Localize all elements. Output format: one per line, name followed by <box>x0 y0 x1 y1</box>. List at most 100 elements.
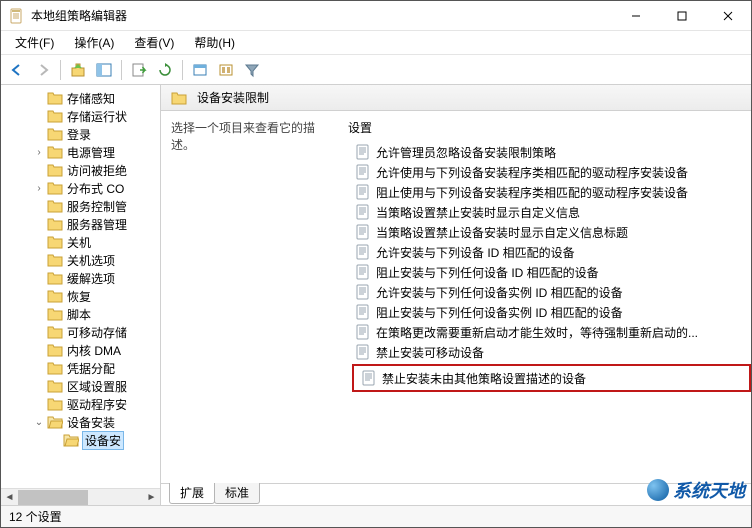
filter-options-button[interactable] <box>214 58 238 82</box>
window-title: 本地组策略编辑器 <box>31 7 613 24</box>
menu-help[interactable]: 帮助(H) <box>186 32 243 53</box>
tree-item[interactable]: 脚本 <box>1 305 160 323</box>
policy-icon <box>356 284 370 300</box>
policy-icon <box>356 304 370 320</box>
separator <box>182 60 183 80</box>
maximize-button[interactable] <box>659 1 705 30</box>
setting-item[interactable]: 允许安装与下列任何设备实例 ID 相匹配的设备 <box>346 282 751 302</box>
chevron-down-icon[interactable]: ⌄ <box>33 417 45 428</box>
tree-item-label: 电源管理 <box>67 144 115 161</box>
setting-item[interactable]: 禁止安装未由其他策略设置描述的设备 <box>358 368 586 388</box>
folder-icon <box>47 361 63 375</box>
folder-icon <box>63 433 79 447</box>
folder-icon <box>47 217 63 231</box>
description-heading: 选择一个项目来查看它的描述。 <box>171 119 336 153</box>
filter-button[interactable] <box>240 58 264 82</box>
gpedit-window: 本地组策略编辑器 文件(F) 操作(A) 查看(V) 帮助(H) 存储感知存储运… <box>0 0 752 528</box>
tree-item[interactable]: 服务控制管 <box>1 197 160 215</box>
forward-button[interactable] <box>31 58 55 82</box>
tree-item[interactable]: 存储感知 <box>1 89 160 107</box>
scroll-thumb[interactable] <box>18 490 88 505</box>
tree-item-label: 关机选项 <box>67 252 115 269</box>
tree-item-label: 关机 <box>67 234 91 251</box>
setting-label: 阻止安装与下列任何设备 ID 相匹配的设备 <box>376 264 599 281</box>
setting-item[interactable]: 阻止使用与下列设备安装程序类相匹配的驱动程序安装设备 <box>346 182 751 202</box>
up-button[interactable] <box>66 58 90 82</box>
folder-icon <box>47 145 63 159</box>
minimize-button[interactable] <box>613 1 659 30</box>
tree-item[interactable]: 驱动程序安 <box>1 395 160 413</box>
scroll-right-icon[interactable]: ► <box>143 489 160 506</box>
body: 存储感知存储运行状登录›电源管理访问被拒绝›分布式 CO服务控制管服务器管理关机… <box>1 85 751 505</box>
setting-label: 阻止使用与下列设备安装程序类相匹配的驱动程序安装设备 <box>376 184 688 201</box>
tree-pane: 存储感知存储运行状登录›电源管理访问被拒绝›分布式 CO服务控制管服务器管理关机… <box>1 85 161 505</box>
setting-item[interactable]: 在策略更改需要重新启动才能生效时，等待强制重新启动的... <box>346 322 751 342</box>
back-button[interactable] <box>5 58 29 82</box>
folder-icon <box>47 343 63 357</box>
policy-icon <box>362 370 376 386</box>
help-button[interactable] <box>188 58 212 82</box>
export-list-button[interactable] <box>127 58 151 82</box>
chevron-right-icon[interactable]: › <box>33 183 45 194</box>
setting-item[interactable]: 当策略设置禁止设备安装时显示自定义信息标题 <box>346 222 751 242</box>
detail-pane: 设备安装限制 选择一个项目来查看它的描述。 设置 允许管理员忽略设备安装限制策略… <box>161 85 751 505</box>
tree-item[interactable]: 服务器管理 <box>1 215 160 233</box>
setting-label: 禁止安装未由其他策略设置描述的设备 <box>382 370 586 387</box>
folder-icon <box>47 235 63 249</box>
tab-standard[interactable]: 标准 <box>214 483 260 504</box>
policy-icon <box>356 244 370 260</box>
tab-extended[interactable]: 扩展 <box>169 483 215 504</box>
tree-item-label: 登录 <box>67 126 91 143</box>
tree-item[interactable]: › 电源管理 <box>1 143 160 161</box>
tree-hscrollbar[interactable]: ◄ ► <box>1 488 160 505</box>
window-controls <box>613 1 751 30</box>
menu-file[interactable]: 文件(F) <box>7 32 62 53</box>
menu-view[interactable]: 查看(V) <box>126 32 182 53</box>
setting-item[interactable]: 禁止安装可移动设备 <box>346 342 751 362</box>
folder-icon <box>47 307 63 321</box>
separator <box>121 60 122 80</box>
scroll-left-icon[interactable]: ◄ <box>1 489 18 506</box>
tree-item[interactable]: 关机选项 <box>1 251 160 269</box>
folder-icon <box>47 271 63 285</box>
tree-item[interactable]: 恢复 <box>1 287 160 305</box>
separator <box>60 60 61 80</box>
folder-icon <box>47 181 63 195</box>
setting-item[interactable]: 允许管理员忽略设备安装限制策略 <box>346 142 751 162</box>
setting-label: 当策略设置禁止设备安装时显示自定义信息标题 <box>376 224 628 241</box>
setting-label: 允许管理员忽略设备安装限制策略 <box>376 144 556 161</box>
tree-item[interactable]: 设备安 <box>1 431 160 449</box>
tree-item-label: 恢复 <box>67 288 91 305</box>
tree-item-label: 分布式 CO <box>67 180 124 197</box>
setting-item[interactable]: 阻止安装与下列任何设备实例 ID 相匹配的设备 <box>346 302 751 322</box>
tree-item[interactable]: 缓解选项 <box>1 269 160 287</box>
tree-item[interactable]: ⌄设备安装 <box>1 413 160 431</box>
tree-item[interactable]: 内核 DMA <box>1 341 160 359</box>
chevron-right-icon[interactable]: › <box>33 147 45 158</box>
setting-item[interactable]: 允许安装与下列设备 ID 相匹配的设备 <box>346 242 751 262</box>
tree-item-label: 存储运行状 <box>67 108 127 125</box>
tree-item[interactable]: 凭据分配 <box>1 359 160 377</box>
tree-item[interactable]: 区域设置服 <box>1 377 160 395</box>
setting-item[interactable]: 阻止安装与下列任何设备 ID 相匹配的设备 <box>346 262 751 282</box>
menu-action[interactable]: 操作(A) <box>66 32 122 53</box>
setting-item[interactable]: 允许使用与下列设备安装程序类相匹配的驱动程序安装设备 <box>346 162 751 182</box>
tree-item[interactable]: 关机 <box>1 233 160 251</box>
settings-column-header[interactable]: 设置 <box>346 119 751 136</box>
tree-item[interactable]: 存储运行状 <box>1 107 160 125</box>
close-button[interactable] <box>705 1 751 30</box>
tree-item-label: 可移动存储 <box>67 324 127 341</box>
tree-item[interactable]: 登录 <box>1 125 160 143</box>
folder-icon <box>47 91 63 105</box>
policy-icon <box>356 264 370 280</box>
setting-label: 在策略更改需要重新启动才能生效时，等待强制重新启动的... <box>376 324 698 341</box>
show-hide-tree-button[interactable] <box>92 58 116 82</box>
refresh-button[interactable] <box>153 58 177 82</box>
tree-item[interactable]: › 分布式 CO <box>1 179 160 197</box>
policy-icon <box>356 184 370 200</box>
setting-item[interactable]: 当策略设置禁止安装时显示自定义信息 <box>346 202 751 222</box>
detail-tabs: 扩展 标准 <box>161 483 751 505</box>
tree-item-label: 凭据分配 <box>67 360 115 377</box>
tree-item[interactable]: 访问被拒绝 <box>1 161 160 179</box>
tree-item[interactable]: 可移动存储 <box>1 323 160 341</box>
